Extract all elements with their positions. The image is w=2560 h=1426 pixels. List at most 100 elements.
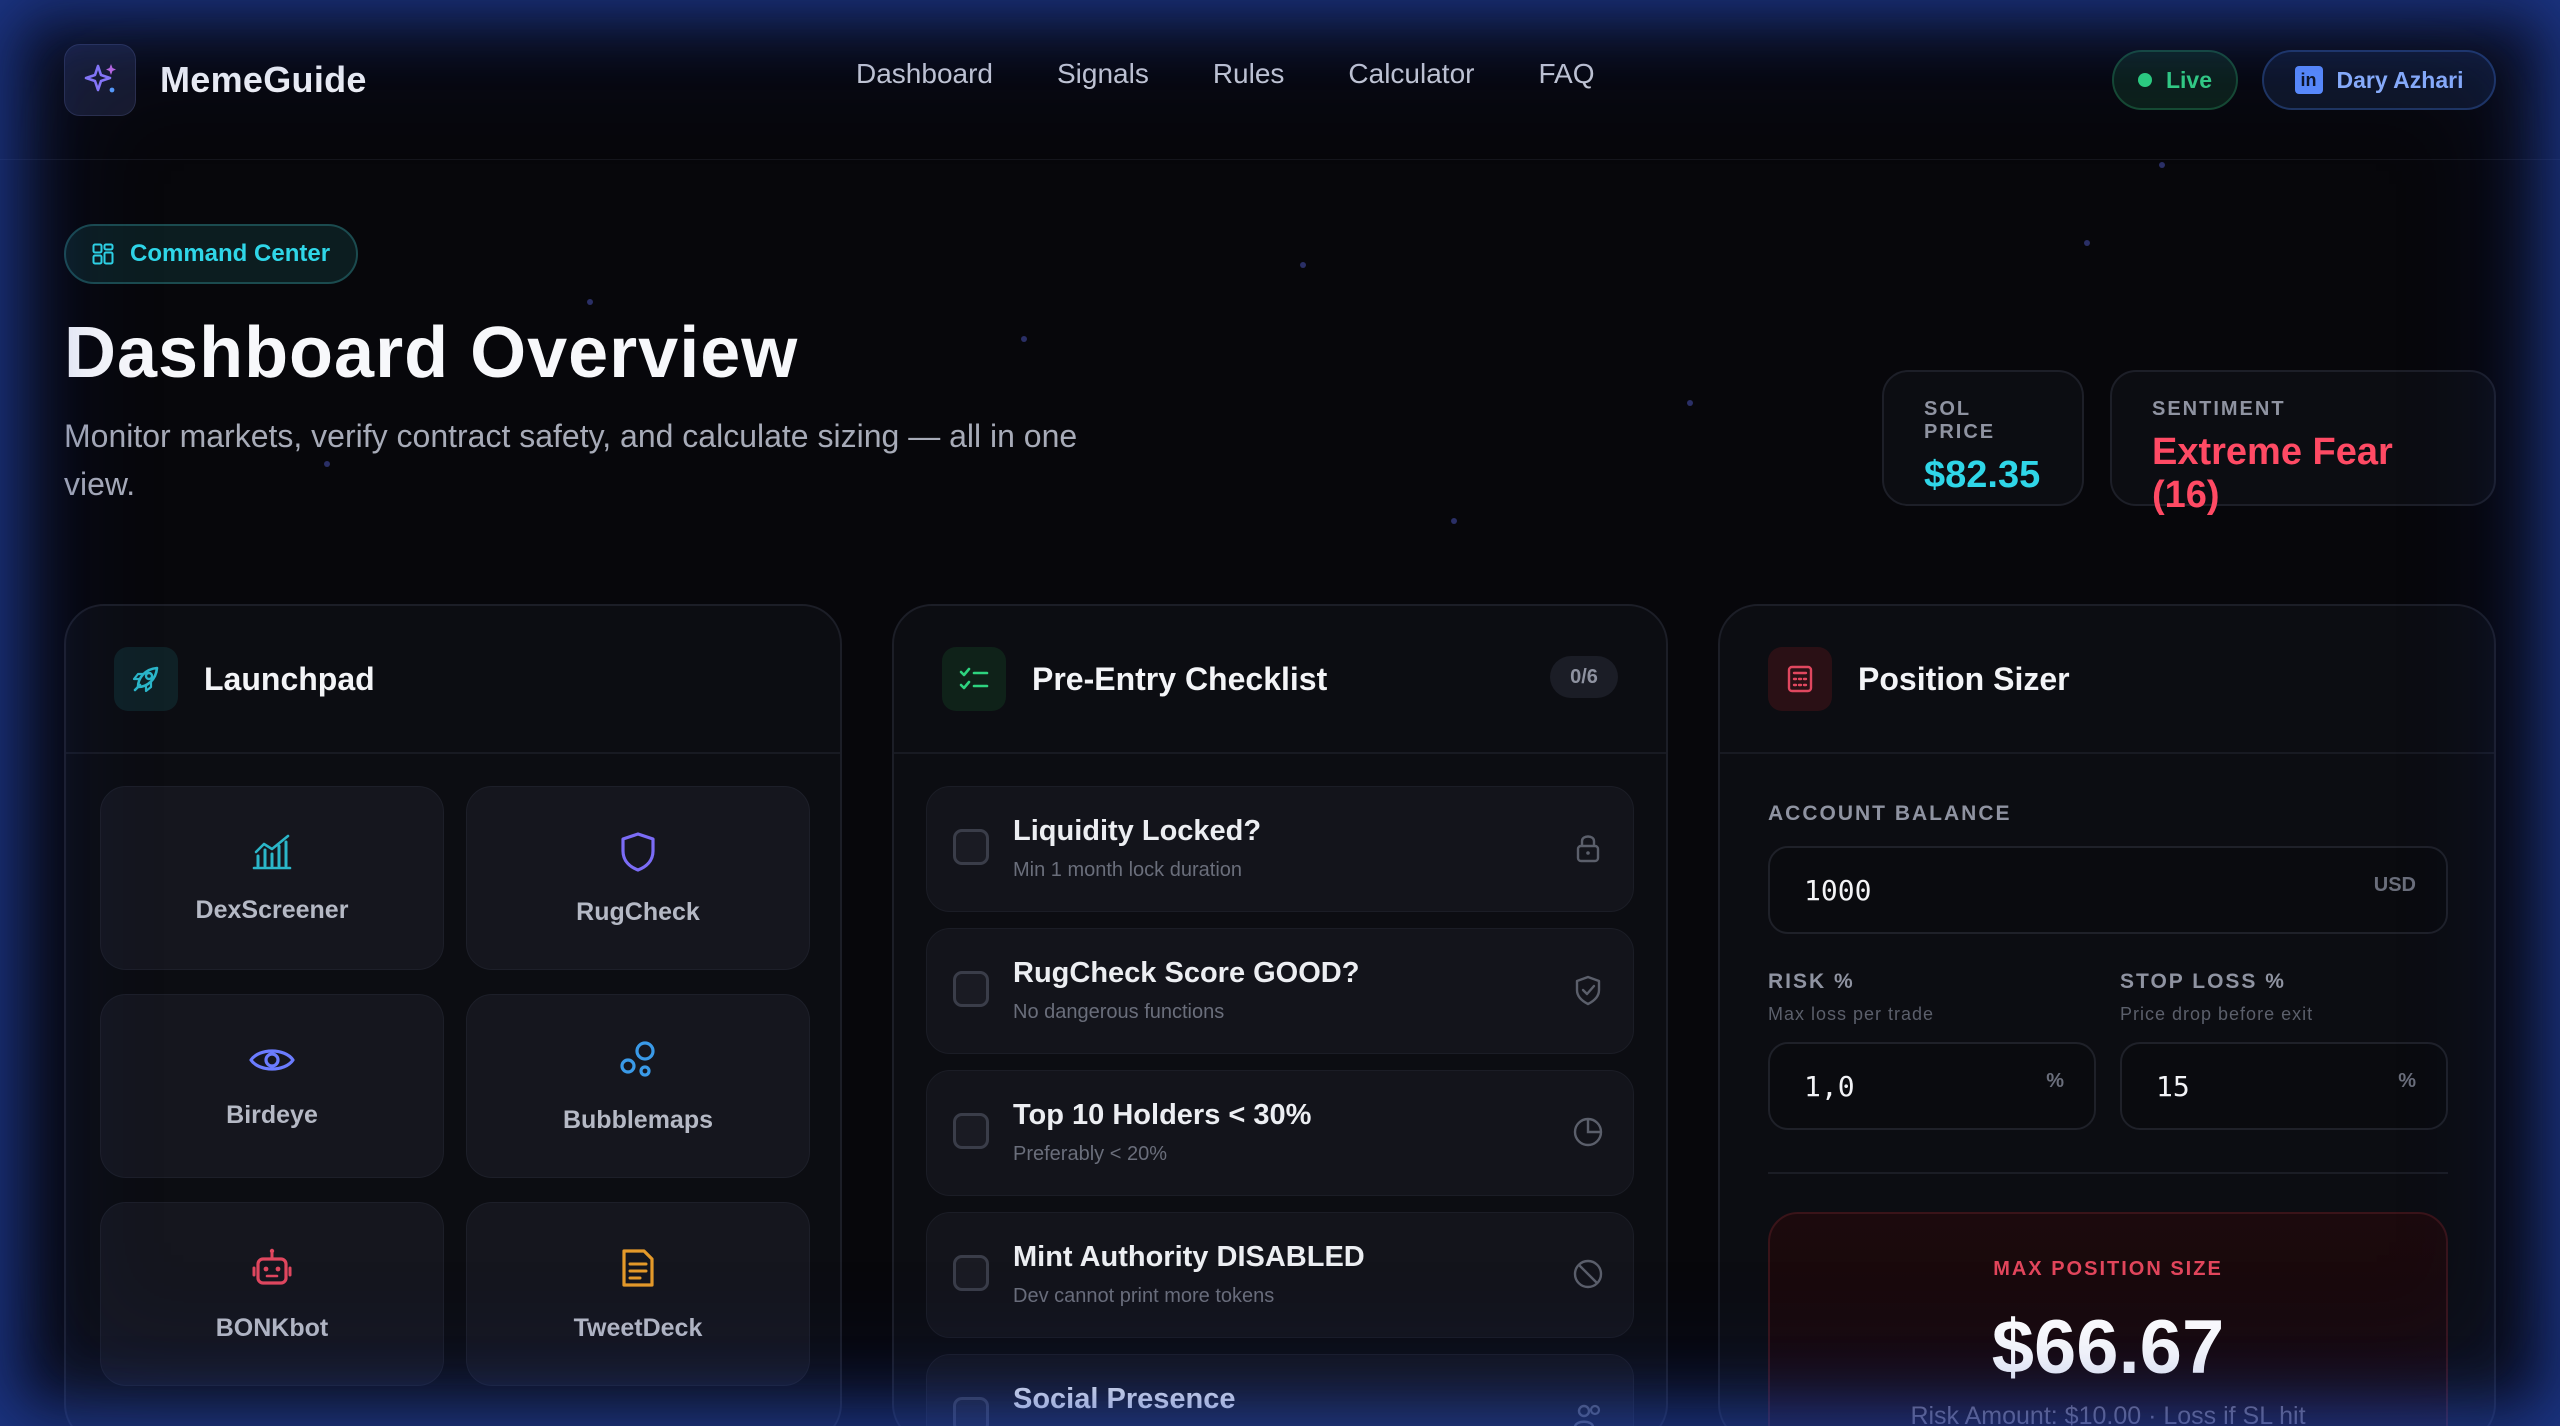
checklist-title: Pre-Entry Checklist [1032,660,1328,697]
risk-hint: Max loss per trade [1768,1004,1935,1024]
launchpad-panel: Launchpad DexScreener RugCheck Birdeye B… [64,604,842,1426]
command-center-badge: Command Center [64,224,359,284]
check-item-mint-authority[interactable]: Mint Authority DISABLED Dev cannot print… [926,1212,1634,1338]
max-position-value: $66.67 [1991,1305,2225,1390]
nav-dashboard[interactable]: Dashboard [856,58,993,90]
chart-icon [252,834,292,869]
checklist-count-badge: 0/6 [1550,656,1618,698]
page-subtitle: Monitor markets, verify contract safety,… [64,418,1078,502]
users-icon [1574,1404,1601,1426]
eye-icon [249,1048,295,1071]
background-star [1451,518,1457,524]
brand[interactable]: MemeGuide [64,44,367,116]
brand-name: MemeGuide [160,59,367,100]
top-navigation-bar: MemeGuide Dashboard Signals Rules Calcul… [0,0,2560,160]
pie-icon [1573,1117,1603,1147]
check-item-subtitle: No dangerous functions [1013,1001,1225,1023]
bubbles-icon [620,1040,655,1077]
check-item-liquidity[interactable]: Liquidity Locked? Min 1 month lock durat… [926,786,1634,912]
check-item-title: RugCheck Score GOOD? [1013,957,1360,989]
check-item-subtitle: Preferably < 20% [1013,1143,1167,1165]
check-item-holders[interactable]: Top 10 Holders < 30% Preferably < 20% [926,1070,1634,1196]
check-item-title: Social Presence [1013,1383,1236,1415]
page-title: Dashboard Overview [64,313,799,393]
account-balance-value: 1000 [1804,873,1872,907]
max-position-card: MAX POSITION SIZE $66.67 Risk Amount: $1… [1768,1212,2448,1426]
checklist-header: Pre-Entry Checklist 0/6 [894,606,1666,754]
background-star [1687,400,1693,406]
tile-rugcheck[interactable]: RugCheck [466,786,810,970]
tile-label: TweetDeck [573,1313,703,1342]
sol-price-value: $82.35 [1924,454,2041,496]
tile-bubblemaps[interactable]: Bubblemaps [466,994,810,1178]
background-star [2159,162,2165,168]
lock-icon [1576,835,1600,863]
nav-signals[interactable]: Signals [1057,58,1149,90]
checkbox[interactable] [953,1113,989,1149]
tile-label: DexScreener [195,895,349,924]
shield-icon [621,831,655,872]
user-profile-link[interactable]: in Dary Azhari [2262,50,2496,110]
sentiment-label: SENTIMENT [2152,398,2286,420]
check-item-rugcheck[interactable]: RugCheck Score GOOD? No dangerous functi… [926,928,1634,1054]
check-item-social-presence[interactable]: Social Presence [926,1354,1634,1426]
check-item-subtitle: Dev cannot print more tokens [1013,1285,1275,1307]
max-position-label: MAX POSITION SIZE [1993,1258,2223,1280]
launchpad-header: Launchpad [66,606,840,754]
check-item-title: Top 10 Holders < 30% [1013,1099,1312,1131]
position-sizer-panel: Position Sizer ACCOUNT BALANCE 1000 USD … [1718,604,2496,1426]
risk-amount-note: Risk Amount: $10.00 · Loss if SL hit [1910,1402,2306,1426]
main-nav: Dashboard Signals Rules Calculator FAQ [856,58,1595,90]
document-icon [622,1248,654,1287]
tile-dexscreener[interactable]: DexScreener [100,786,444,970]
tile-bonkbot[interactable]: BONKbot [100,1202,444,1386]
tile-tweetdeck[interactable]: TweetDeck [466,1202,810,1386]
checkbox[interactable] [953,1255,989,1291]
live-label: Live [2165,66,2213,93]
stop-loss-hint: Price drop before exit [2120,1004,2314,1024]
user-name: Dary Azhari [2336,66,2464,93]
shield-check-icon [1575,975,1601,1006]
sparkles-icon [64,44,136,116]
tile-label: Bubblemaps [562,1105,714,1134]
rocket-icon [114,647,178,711]
stop-loss-label: STOP LOSS % [2120,970,2286,993]
tile-label: Birdeye [226,1100,318,1129]
robot-icon [252,1248,292,1285]
ban-icon [1573,1259,1603,1289]
checkbox[interactable] [953,971,989,1007]
list-check-icon [942,647,1006,711]
check-item-subtitle: Min 1 month lock duration [1013,859,1243,881]
nav-calculator[interactable]: Calculator [1348,58,1474,90]
checkbox[interactable] [953,1397,989,1426]
badge-label: Command Center [130,240,331,267]
tile-label: BONKbot [215,1313,329,1342]
tile-label: RugCheck [576,897,700,926]
background-star [1300,262,1306,268]
background-star [587,299,593,305]
checklist-panel: Pre-Entry Checklist 0/6 Liquidity Locked… [892,604,1668,1426]
checkbox[interactable] [953,829,989,865]
position-sizer-title: Position Sizer [1858,660,2070,697]
sol-price-card: SOL PRICE $82.35 [1882,370,2084,506]
background-star [1021,336,1027,342]
risk-percent-input[interactable]: 1,0 % [1768,1042,2096,1130]
risk-label: RISK % [1768,970,1855,993]
stop-loss-input[interactable]: 15 % [2120,1042,2448,1130]
position-sizer-header: Position Sizer [1720,606,2494,754]
account-balance-input[interactable]: 1000 USD [1768,846,2448,934]
sentiment-value: Extreme Fear (16) [2152,431,2393,516]
nav-rules[interactable]: Rules [1213,58,1285,90]
sentiment-card: SENTIMENT Extreme Fear (16) [2110,370,2496,516]
check-item-title: Liquidity Locked? [1013,815,1262,847]
account-balance-label: ACCOUNT BALANCE [1768,802,2012,825]
stop-loss-value: 15 [2156,1069,2190,1103]
tile-birdeye[interactable]: Birdeye [100,994,444,1178]
background-star [2084,240,2090,246]
divider [1768,1172,2448,1174]
live-dot-icon [2137,73,2152,87]
launchpad-title: Launchpad [204,660,375,697]
nav-faq[interactable]: FAQ [1538,58,1594,90]
live-status-badge: Live [2112,50,2238,110]
balance-unit: USD [2373,874,2416,896]
